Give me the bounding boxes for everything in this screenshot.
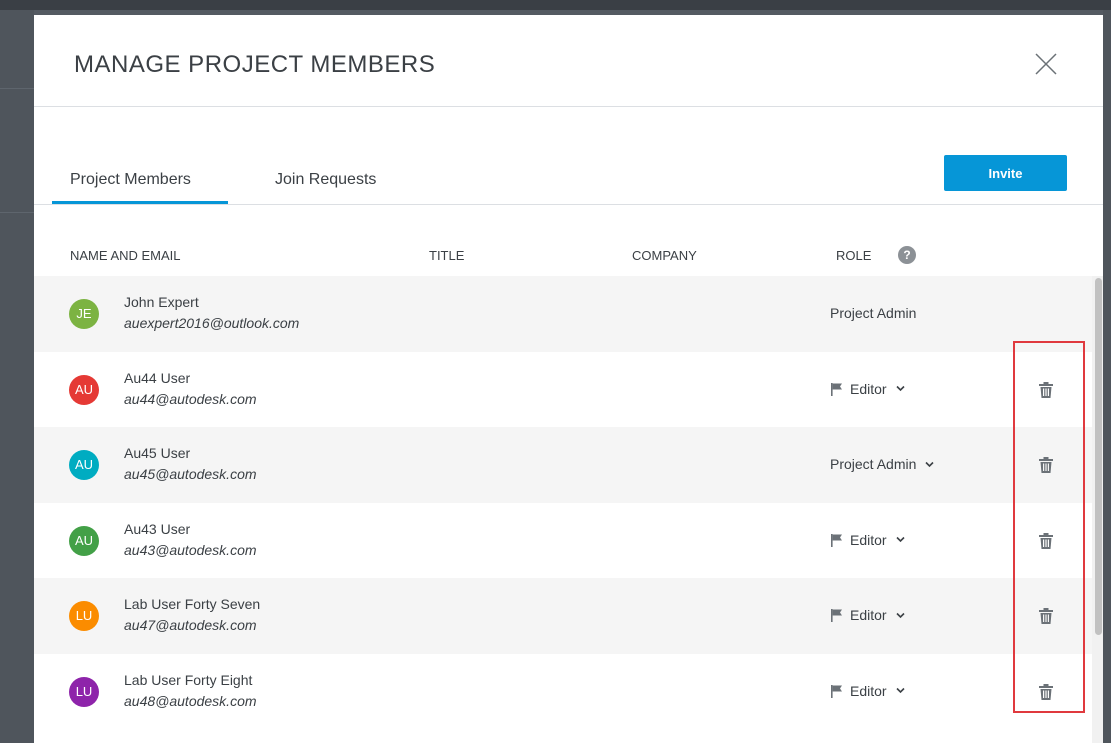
member-name: Au43 User (124, 520, 191, 537)
dialog-title: MANAGE PROJECT MEMBERS (74, 51, 436, 78)
background-divider (0, 212, 34, 213)
table-row: AU Au45 User au45@autodesk.com Project A… (34, 427, 1092, 503)
member-email: au47@autodesk.com (124, 617, 257, 633)
flag-icon (831, 382, 842, 396)
trash-icon (1039, 683, 1053, 700)
table-row: AU Au44 User au44@autodesk.com Editor (34, 352, 1092, 428)
help-icon[interactable]: ? (898, 246, 916, 264)
member-name: Lab User Forty Seven (124, 596, 261, 612)
tab-project-members[interactable]: Project Members (70, 171, 191, 189)
member-name: Lab User Forty Eight (124, 671, 253, 688)
avatar: LU (69, 676, 99, 707)
role-dropdown[interactable]: Editor (830, 378, 905, 400)
member-email: au43@autodesk.com (124, 541, 257, 558)
trash-icon (1039, 457, 1053, 473)
background-top-bar (0, 0, 1111, 10)
members-table: JE John Expert auexpert2016@outlook.com … (34, 276, 1092, 729)
invite-button[interactable]: Invite (944, 155, 1067, 191)
column-header-title[interactable]: TITLE (429, 248, 464, 263)
chevron-down-icon (925, 461, 934, 467)
role-value: Editor (850, 531, 887, 548)
delete-member-button[interactable] (1039, 381, 1053, 398)
delete-member-button[interactable] (1039, 457, 1053, 473)
role-dropdown[interactable]: Editor (830, 680, 905, 702)
close-icon (1035, 53, 1057, 75)
avatar: AU (69, 450, 99, 480)
flag-icon (831, 533, 842, 547)
table-row: JE John Expert auexpert2016@outlook.com … (34, 276, 1092, 352)
chevron-down-icon (896, 385, 905, 392)
close-button[interactable] (1030, 48, 1062, 80)
avatar: JE (69, 299, 99, 329)
role-value: Editor (850, 607, 887, 623)
avatar: LU (69, 601, 99, 631)
member-name: Au45 User (124, 445, 191, 461)
scrollbar-thumb[interactable] (1095, 278, 1102, 635)
member-role: Project Admin (830, 305, 917, 321)
column-header-name-email[interactable]: NAME AND EMAIL (70, 248, 181, 263)
background-divider (0, 88, 34, 89)
delete-member-button[interactable] (1039, 532, 1053, 549)
flag-icon (831, 609, 842, 622)
role-value: Editor (850, 682, 887, 699)
delete-member-button[interactable] (1039, 683, 1053, 700)
table-row: LU Lab User Forty Eight au48@autodesk.co… (34, 654, 1092, 730)
manage-members-dialog: MANAGE PROJECT MEMBERS Project Members J… (34, 15, 1103, 743)
header-divider (34, 106, 1103, 107)
table-row: AU Au43 User au43@autodesk.com Editor (34, 503, 1092, 579)
tab-join-requests[interactable]: Join Requests (275, 171, 376, 189)
trash-icon (1039, 381, 1053, 398)
delete-member-button[interactable] (1039, 608, 1053, 624)
role-value: Project Admin (830, 456, 917, 472)
background-left-panel (0, 10, 34, 743)
column-header-company[interactable]: COMPANY (632, 248, 697, 263)
member-email: auexpert2016@outlook.com (124, 315, 300, 331)
member-email: au44@autodesk.com (124, 390, 257, 407)
flag-icon (831, 684, 842, 698)
avatar: AU (69, 374, 99, 405)
avatar: AU (69, 525, 99, 556)
column-header-role[interactable]: ROLE (836, 248, 871, 263)
trash-icon (1039, 608, 1053, 624)
member-email: au45@autodesk.com (124, 466, 257, 482)
member-name: John Expert (124, 294, 199, 310)
role-dropdown[interactable]: Project Admin (830, 453, 934, 475)
chevron-down-icon (896, 612, 905, 618)
role-dropdown[interactable]: Editor (830, 529, 905, 551)
role-value: Editor (850, 380, 887, 397)
background-right-panel (1103, 10, 1111, 743)
member-email: au48@autodesk.com (124, 692, 257, 709)
role-dropdown[interactable]: Editor (830, 604, 905, 626)
table-row: LU Lab User Forty Seven au47@autodesk.co… (34, 578, 1092, 654)
chevron-down-icon (896, 687, 905, 694)
tabs-divider (34, 204, 1103, 205)
member-name: Au44 User (124, 369, 191, 386)
chevron-down-icon (896, 536, 905, 543)
trash-icon (1039, 532, 1053, 549)
